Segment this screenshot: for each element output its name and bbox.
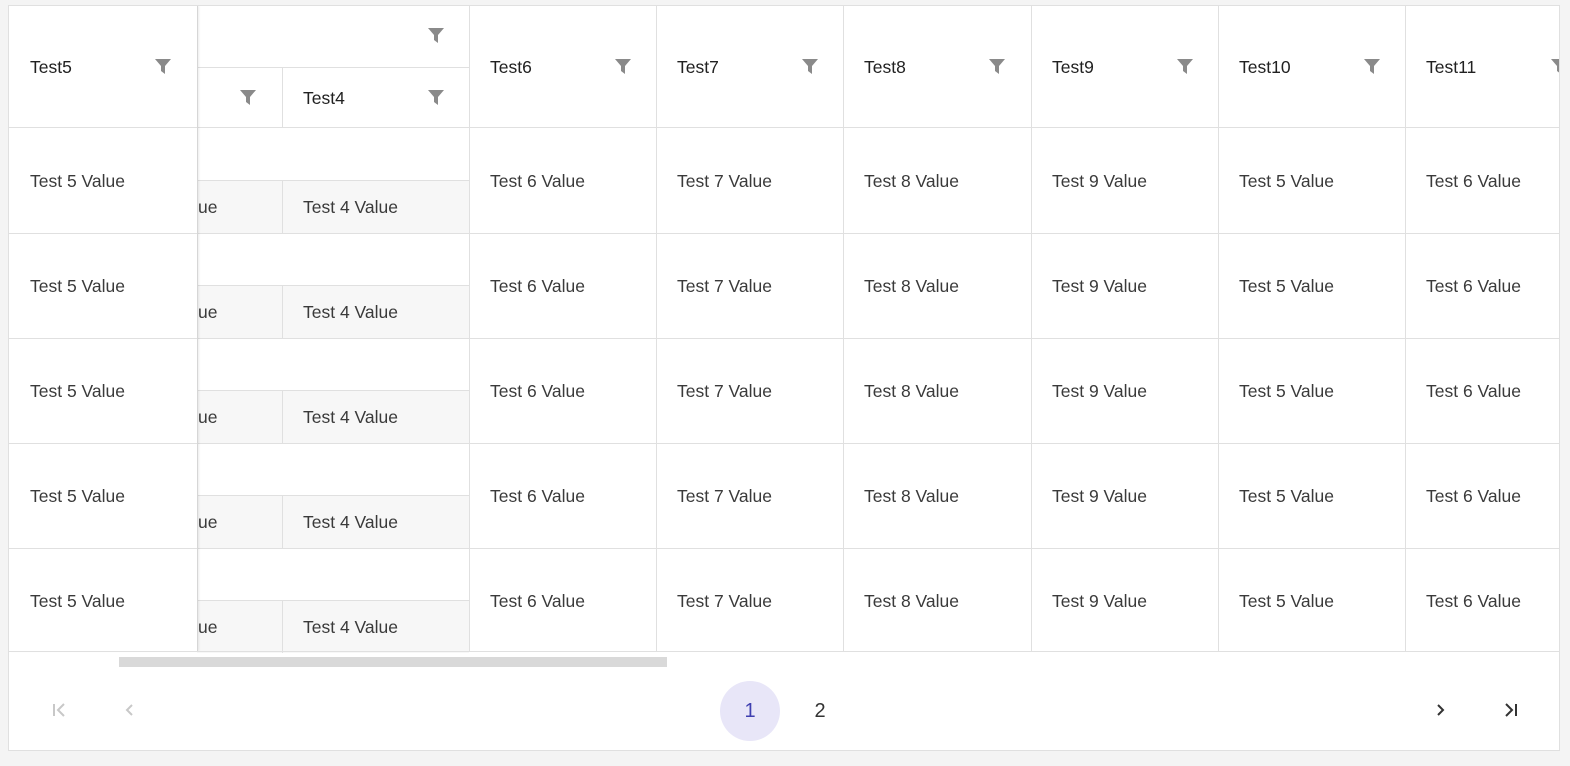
- column-header-test11[interactable]: Test11: [1426, 57, 1476, 78]
- cell-test6[interactable]: Test 6 Value: [490, 276, 585, 297]
- cell-test4[interactable]: Test 4 Value: [303, 512, 398, 533]
- cell-test8[interactable]: Test 8 Value: [864, 381, 959, 402]
- cell-test8[interactable]: Test 8 Value: [864, 486, 959, 507]
- last-page-button[interactable]: [1495, 692, 1525, 728]
- cell-test8[interactable]: Test 8 Value: [864, 171, 959, 192]
- cell-test10[interactable]: Test 5 Value: [1239, 591, 1334, 612]
- previous-page-icon: [125, 704, 133, 716]
- cell-test6[interactable]: Test 6 Value: [490, 171, 585, 192]
- frozen-column: [9, 6, 197, 651]
- filter-icon[interactable]: [1550, 58, 1559, 76]
- filter-icon[interactable]: [1363, 58, 1381, 76]
- cell-test9[interactable]: Test 9 Value: [1052, 276, 1147, 297]
- cell-test7[interactable]: Test 7 Value: [677, 276, 772, 297]
- cell-test3[interactable]: ue: [198, 407, 217, 428]
- cell-test10[interactable]: Test 5 Value: [1239, 276, 1334, 297]
- filter-icon[interactable]: [801, 58, 819, 76]
- data-grid: Test4 Test6 Test7 Test8 Test9 Test10 Test11 u…: [8, 5, 1560, 751]
- cell-test3[interactable]: ue: [198, 197, 217, 218]
- column-header-test4[interactable]: Test4: [303, 88, 345, 109]
- filter-icon[interactable]: [427, 27, 445, 45]
- cell-test6[interactable]: Test 6 Value: [490, 381, 585, 402]
- cell-test6[interactable]: Test 6 Value: [490, 591, 585, 612]
- filter-icon[interactable]: [1176, 58, 1194, 76]
- column-header-test7[interactable]: Test7: [677, 57, 719, 78]
- cell-test9[interactable]: Test 9 Value: [1052, 486, 1147, 507]
- cell-test11[interactable]: Test 6 Value: [1426, 486, 1521, 507]
- filter-icon[interactable]: [614, 58, 632, 76]
- cell-test9[interactable]: Test 9 Value: [1052, 381, 1147, 402]
- cell-test7[interactable]: Test 7 Value: [677, 381, 772, 402]
- page-button-1[interactable]: 1: [720, 681, 780, 741]
- page-button-2[interactable]: 2: [790, 681, 850, 741]
- cell-test11[interactable]: Test 6 Value: [1426, 276, 1521, 297]
- cell-test9[interactable]: Test 9 Value: [1052, 171, 1147, 192]
- cell-test8[interactable]: Test 8 Value: [864, 591, 959, 612]
- cell-test4[interactable]: Test 4 Value: [303, 197, 398, 218]
- cell-test7[interactable]: Test 7 Value: [677, 486, 772, 507]
- filter-icon[interactable]: [239, 89, 257, 107]
- cell-test5[interactable]: Test 5 Value: [30, 591, 125, 612]
- cell-test5[interactable]: Test 5 Value: [30, 171, 125, 192]
- first-page-button[interactable]: [45, 692, 75, 728]
- cell-test7[interactable]: Test 7 Value: [677, 171, 772, 192]
- column-header-test9[interactable]: Test9: [1052, 57, 1094, 78]
- horizontal-scrollbar[interactable]: [119, 657, 667, 667]
- cell-test4[interactable]: Test 4 Value: [303, 407, 398, 428]
- cell-test4[interactable]: Test 4 Value: [303, 617, 398, 638]
- cell-test5[interactable]: Test 5 Value: [30, 381, 125, 402]
- cell-test3[interactable]: ue: [198, 617, 217, 638]
- cell-test3[interactable]: ue: [198, 302, 217, 323]
- column-header-test6[interactable]: Test6: [490, 57, 532, 78]
- last-page-icon: [1505, 703, 1517, 717]
- filter-icon[interactable]: [988, 58, 1006, 76]
- cell-test4[interactable]: Test 4 Value: [303, 302, 398, 323]
- column-header-test8[interactable]: Test8: [864, 57, 906, 78]
- cell-test8[interactable]: Test 8 Value: [864, 276, 959, 297]
- cell-test7[interactable]: Test 7 Value: [677, 591, 772, 612]
- cell-test10[interactable]: Test 5 Value: [1239, 486, 1334, 507]
- cell-test5[interactable]: Test 5 Value: [30, 276, 125, 297]
- cell-test5[interactable]: Test 5 Value: [30, 486, 125, 507]
- next-page-button[interactable]: [1425, 692, 1455, 728]
- filter-icon[interactable]: [154, 58, 172, 76]
- cell-test6[interactable]: Test 6 Value: [490, 486, 585, 507]
- first-page-icon: [53, 703, 65, 717]
- cell-test11[interactable]: Test 6 Value: [1426, 381, 1521, 402]
- column-header-test10[interactable]: Test10: [1239, 57, 1291, 78]
- next-page-icon: [1437, 704, 1445, 716]
- cell-test11[interactable]: Test 6 Value: [1426, 591, 1521, 612]
- previous-page-button[interactable]: [115, 692, 145, 728]
- cell-test11[interactable]: Test 6 Value: [1426, 171, 1521, 192]
- column-header-test5[interactable]: Test5: [30, 57, 72, 78]
- filter-icon[interactable]: [427, 89, 445, 107]
- cell-test9[interactable]: Test 9 Value: [1052, 591, 1147, 612]
- cell-test3[interactable]: ue: [198, 512, 217, 533]
- cell-test10[interactable]: Test 5 Value: [1239, 171, 1334, 192]
- cell-test10[interactable]: Test 5 Value: [1239, 381, 1334, 402]
